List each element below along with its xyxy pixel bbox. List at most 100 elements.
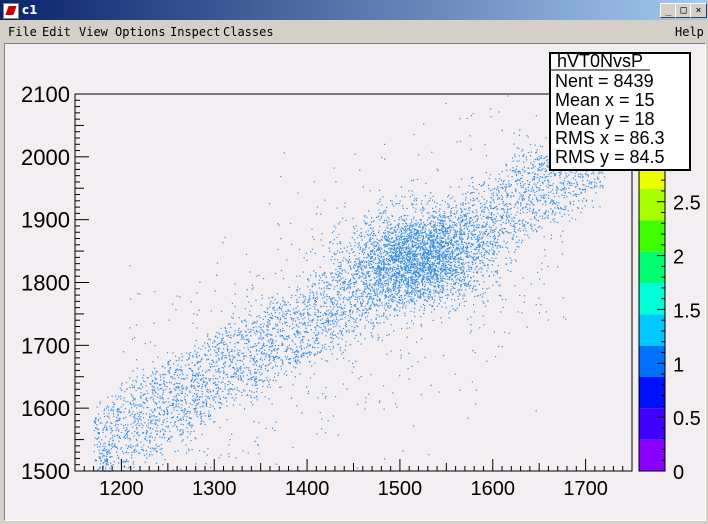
data-point (408, 276, 410, 278)
data-point (162, 420, 164, 422)
menu-help[interactable]: Help (675, 25, 704, 39)
data-point (421, 262, 423, 264)
data-point (598, 173, 600, 175)
data-point (555, 173, 557, 175)
data-point (492, 199, 494, 201)
data-point (435, 237, 437, 240)
menu-view[interactable]: View (79, 25, 108, 39)
data-point (473, 233, 475, 235)
data-point (305, 327, 307, 329)
menu-inspect[interactable]: Inspect (170, 25, 221, 39)
data-point (318, 287, 321, 289)
scatter-plot[interactable]: 1200 1300 1400 1500 1600 1700 150016001700180… (5, 44, 705, 520)
data-point (548, 197, 550, 199)
data-point (237, 368, 239, 370)
data-point (427, 250, 430, 252)
data-point (519, 227, 521, 229)
root-canvas[interactable]: 1200 1300 1400 1500 1600 1700 1500 1600 1700 180… (4, 43, 706, 521)
data-point (286, 335, 288, 337)
data-point (358, 244, 360, 246)
menu-classes[interactable]: Classes (223, 25, 274, 39)
data-point (493, 231, 496, 233)
data-point (534, 166, 536, 168)
data-point (388, 218, 390, 220)
data-point (294, 320, 297, 322)
data-point (429, 197, 431, 199)
data-point (266, 333, 268, 335)
data-point (490, 240, 492, 243)
data-point (276, 352, 278, 354)
data-point (405, 284, 407, 286)
data-point (221, 341, 223, 344)
data-point (114, 435, 116, 437)
data-point (180, 433, 182, 435)
data-point (349, 311, 351, 313)
data-point (160, 388, 162, 390)
data-point (440, 296, 442, 299)
data-point (95, 459, 97, 461)
data-point (515, 190, 517, 193)
menu-options[interactable]: Options (115, 25, 166, 39)
data-point (323, 301, 325, 303)
menu-edit[interactable]: Edit (42, 25, 71, 39)
data-point (195, 375, 197, 377)
data-point (219, 427, 221, 429)
close-button[interactable]: × (690, 3, 707, 18)
data-point (109, 456, 111, 458)
data-point (411, 244, 414, 246)
data-point (394, 297, 396, 299)
data-point (124, 408, 126, 410)
data-point (460, 203, 462, 205)
data-point (563, 180, 565, 182)
data-point (472, 263, 474, 265)
data-point (560, 207, 562, 209)
data-point (229, 355, 231, 357)
data-point (395, 279, 397, 281)
data-point (169, 367, 172, 369)
data-point (332, 303, 334, 305)
data-point (300, 315, 302, 317)
data-point (93, 429, 96, 432)
data-point (223, 363, 225, 365)
data-point (374, 241, 376, 243)
data-point (202, 377, 204, 379)
data-point (249, 370, 251, 372)
data-point (426, 273, 428, 276)
data-point (414, 251, 416, 253)
data-point (286, 356, 288, 358)
data-point (483, 198, 485, 200)
data-point (246, 334, 248, 336)
data-point (387, 286, 389, 289)
data-point (564, 206, 566, 208)
data-point (376, 270, 379, 272)
data-point (206, 370, 208, 372)
data-point (535, 184, 537, 186)
data-point (497, 212, 499, 214)
data-point (274, 345, 276, 347)
data-point (468, 266, 470, 269)
data-point (307, 314, 309, 316)
data-point (166, 420, 168, 423)
data-point (142, 401, 144, 403)
menu-file[interactable]: File (8, 25, 37, 39)
data-point (227, 349, 229, 351)
app-icon[interactable] (3, 3, 19, 19)
data-point (575, 218, 577, 221)
data-point (132, 386, 134, 389)
data-point (353, 321, 355, 323)
data-point (363, 265, 365, 267)
data-point (314, 347, 316, 349)
data-point (404, 220, 406, 222)
data-point (207, 358, 209, 360)
window-title: c1 (22, 3, 38, 17)
data-point (110, 448, 112, 450)
data-point (535, 196, 537, 198)
data-point (469, 207, 471, 209)
data-point (199, 374, 201, 376)
data-point (106, 452, 108, 454)
data-point (256, 399, 258, 401)
data-point (580, 173, 582, 175)
data-point (450, 212, 452, 214)
data-point (279, 335, 281, 337)
title-bar[interactable]: c1 _ □ × (0, 0, 708, 20)
